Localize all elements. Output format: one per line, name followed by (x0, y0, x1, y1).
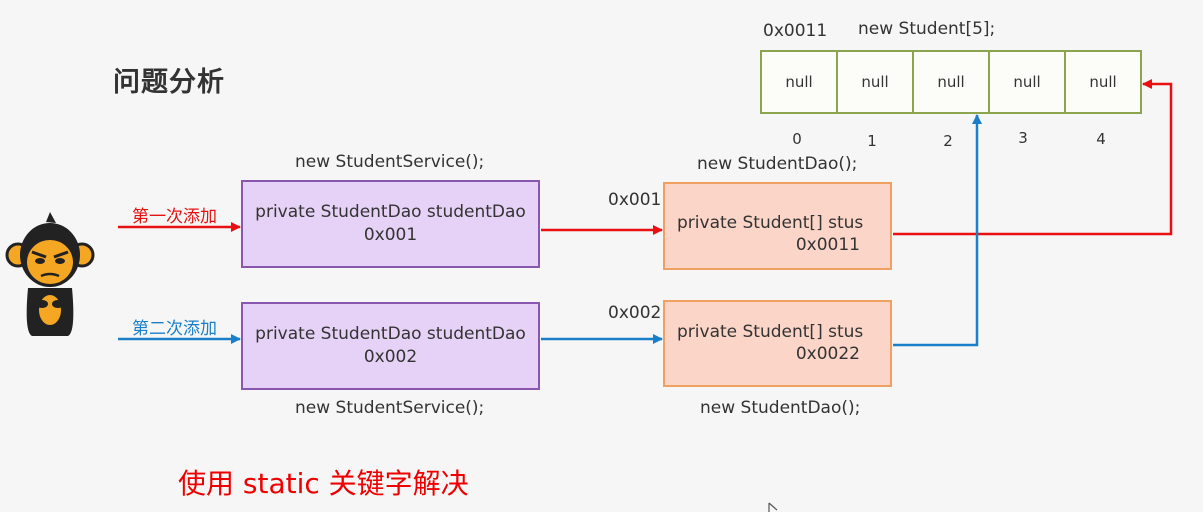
mouse-cursor-icon (768, 502, 778, 512)
monkey-mascot-icon (5, 212, 95, 336)
red-arrow-to-array (893, 79, 1173, 236)
blue-arrow-to-array (893, 114, 982, 347)
conclusion-text: 使用 static 关键字解决 (178, 467, 469, 500)
connector-arrows (5, 79, 1173, 512)
